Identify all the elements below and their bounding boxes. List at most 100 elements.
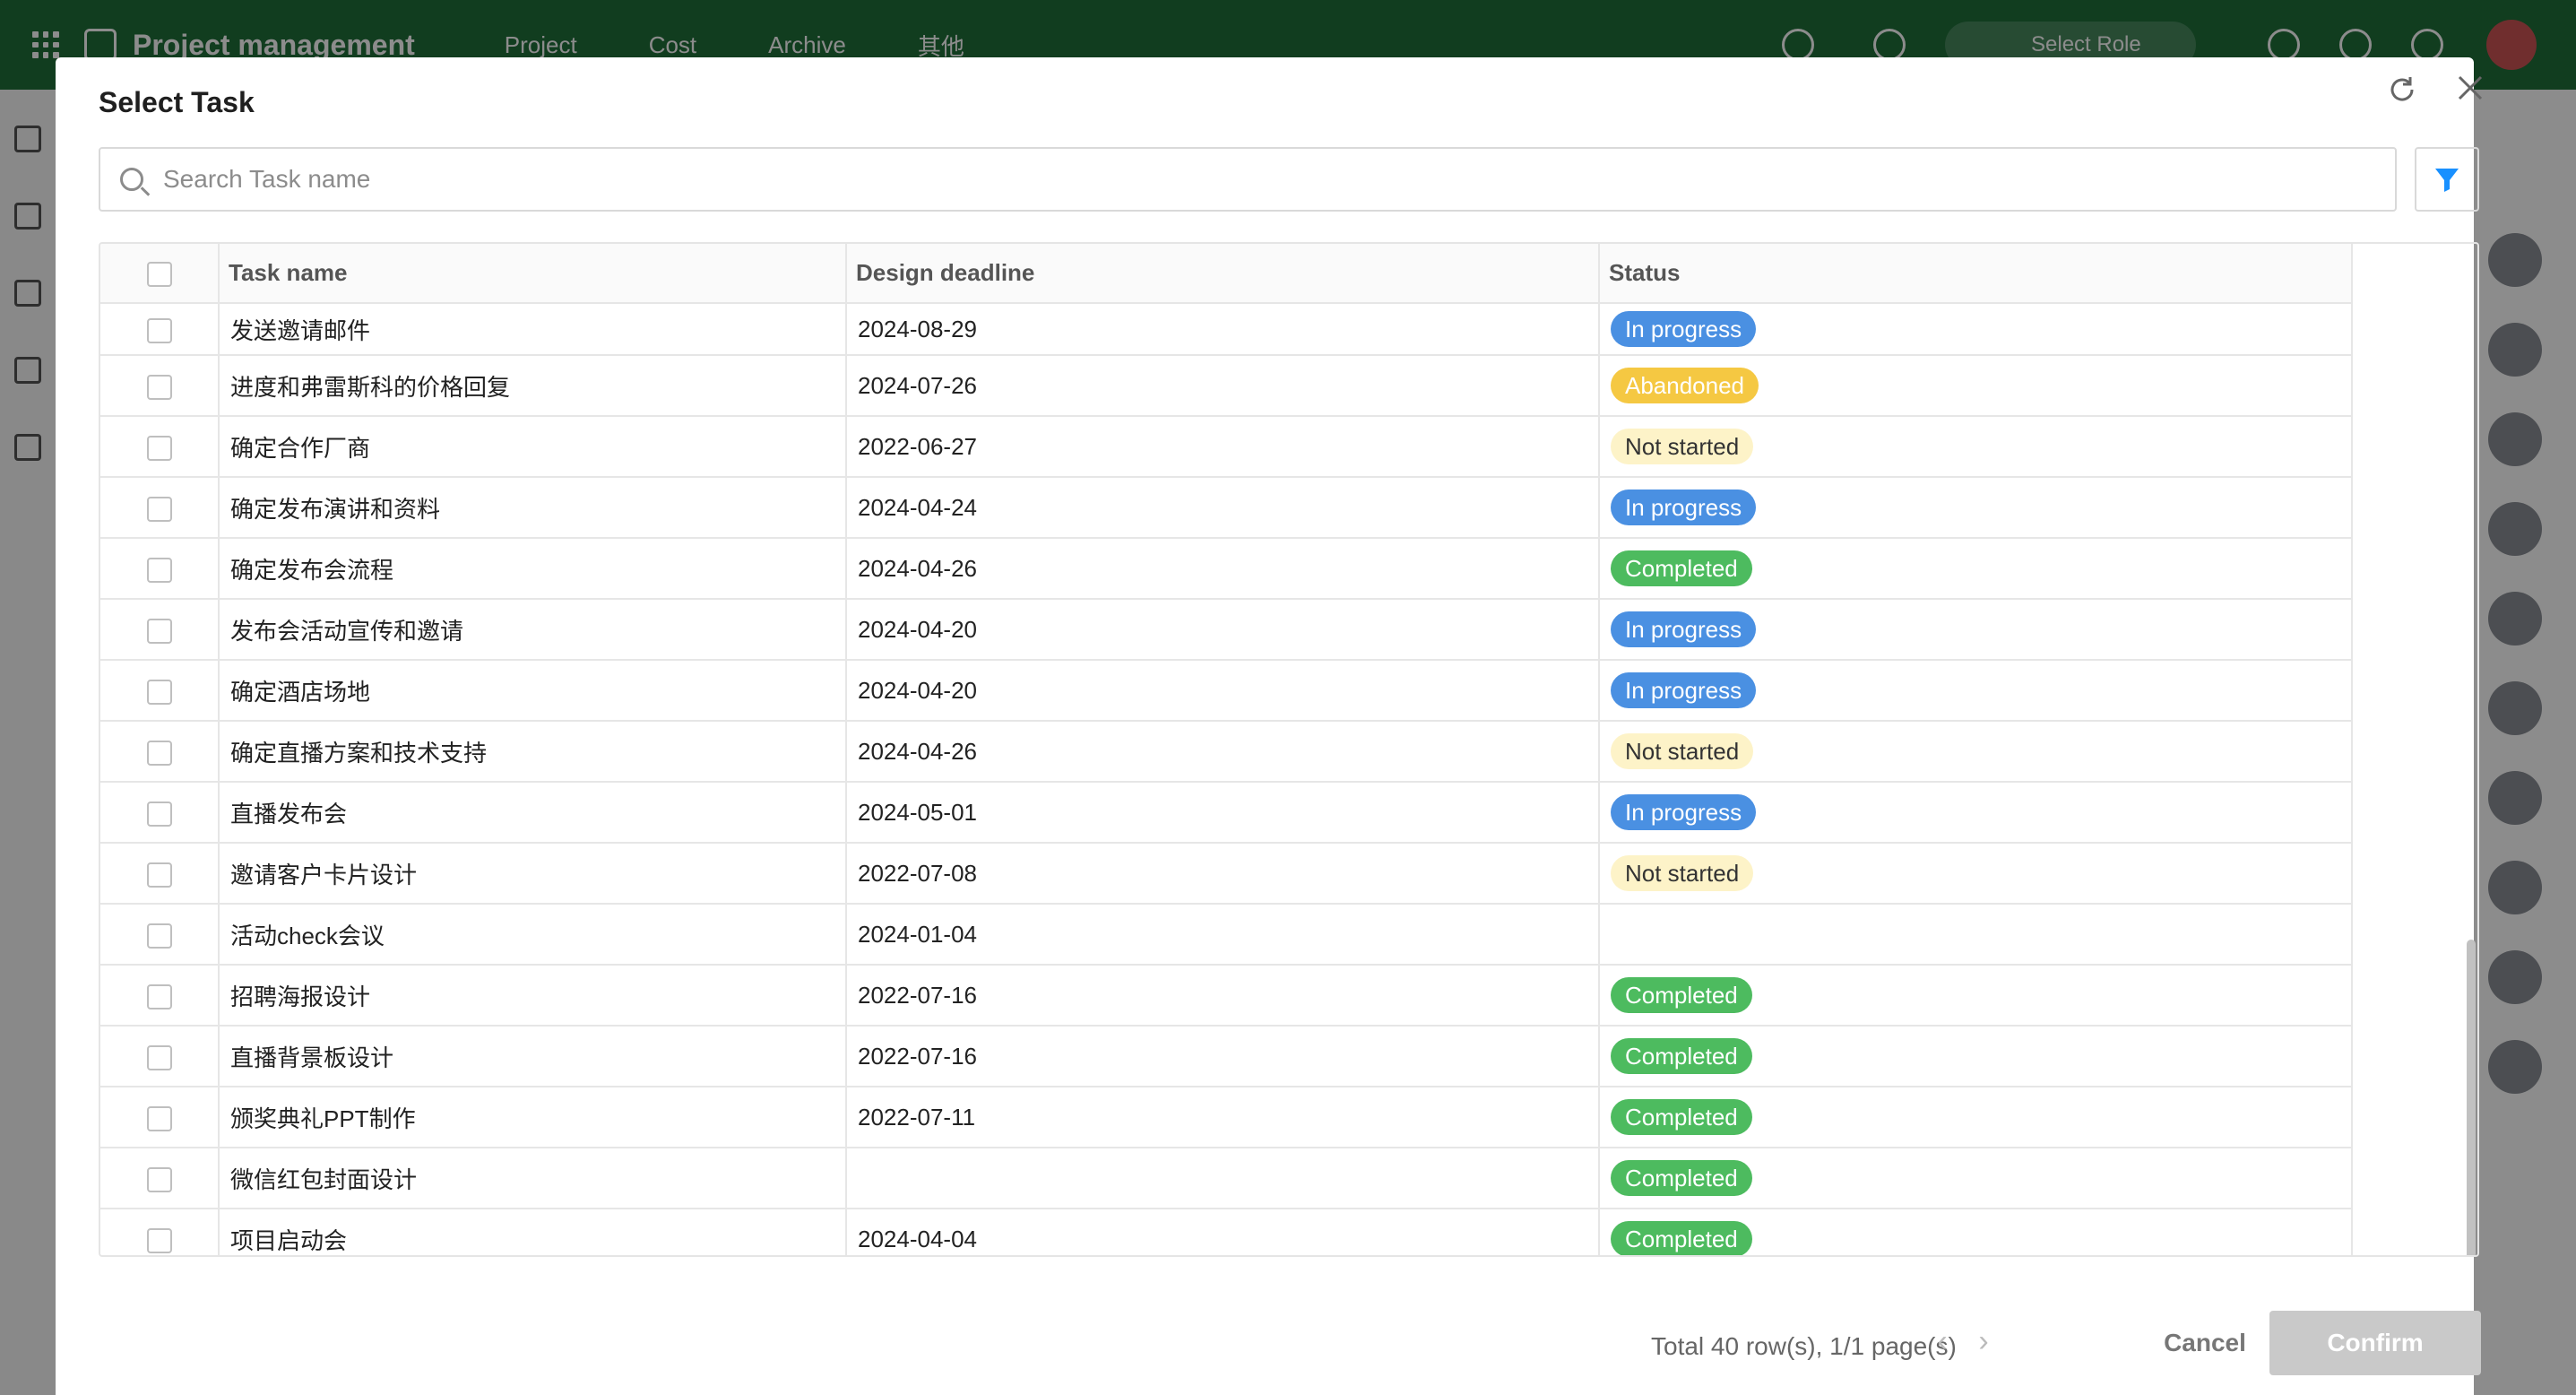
refresh-icon[interactable]: [2384, 74, 2420, 109]
table-scrollbar[interactable]: [2467, 940, 2476, 1255]
design-deadline-cell: 2024-01-04: [846, 904, 1600, 966]
design-deadline-cell: 2024-04-20: [846, 599, 1600, 661]
row-checkbox[interactable]: [146, 862, 172, 888]
search-box: [99, 147, 2397, 212]
table-row[interactable]: 进度和弗雷斯科的价格回复 2024-07-26 Abandoned: [100, 355, 2353, 417]
task-name-cell: 邀请客户卡片设计: [219, 843, 847, 905]
row-checkbox[interactable]: [146, 557, 172, 583]
prev-page-icon[interactable]: ‹: [1929, 1323, 1956, 1359]
status-cell: In progress: [1599, 477, 2353, 539]
task-name-cell: 活动check会议: [219, 904, 847, 966]
task-name-cell: 直播发布会: [219, 782, 847, 844]
status-badge: Not started: [1611, 429, 1754, 464]
table-row[interactable]: 招聘海报设计 2022-07-16 Completed: [100, 965, 2353, 1027]
dialog-title: Select Task: [99, 86, 255, 118]
task-name-cell: 颁奖典礼PPT制作: [219, 1087, 847, 1148]
row-checkbox[interactable]: [146, 618, 172, 644]
search-icon: [120, 168, 143, 191]
row-select-cell: [100, 477, 220, 539]
status-cell: [1599, 904, 2353, 966]
table-row[interactable]: 直播发布会 2024-05-01 In progress: [100, 782, 2353, 844]
select-task-dialog: Select Task Task name Design deadline St…: [56, 57, 2483, 1395]
table-row[interactable]: 颁奖典礼PPT制作 2022-07-11 Completed: [100, 1087, 2353, 1148]
status-badge: In progress: [1611, 490, 1757, 525]
status-badge: In progress: [1611, 611, 1757, 647]
row-checkbox[interactable]: [146, 801, 172, 827]
design-deadline-cell: 2022-07-08: [846, 843, 1600, 905]
table-row[interactable]: 确定直播方案和技术支持 2024-04-26 Not started: [100, 721, 2353, 783]
table-row[interactable]: 项目启动会 2024-04-04 Completed: [100, 1209, 2353, 1255]
table-row[interactable]: 微信红包封面设计 Completed: [100, 1148, 2353, 1209]
task-name-cell: 确定合作厂商: [219, 416, 847, 478]
select-all-cell: [100, 244, 220, 304]
row-select-cell: [100, 1148, 220, 1209]
table-row[interactable]: 确定发布会流程 2024-04-26 Completed: [100, 538, 2353, 600]
row-checkbox[interactable]: [146, 496, 172, 522]
design-deadline-cell: 2022-07-16: [846, 965, 1600, 1027]
design-deadline-cell: 2022-07-16: [846, 1026, 1600, 1087]
filter-button[interactable]: [2415, 147, 2479, 212]
row-select-cell: [100, 599, 220, 661]
status-badge: Completed: [1611, 977, 1752, 1013]
row-select-cell: [100, 538, 220, 600]
row-select-cell: [100, 1087, 220, 1148]
search-input[interactable]: [163, 165, 2359, 194]
task-name-cell: 进度和弗雷斯科的价格回复: [219, 355, 847, 417]
status-cell: Not started: [1599, 721, 2353, 783]
row-checkbox[interactable]: [146, 1105, 172, 1131]
row-select-cell: [100, 782, 220, 844]
status-cell: Completed: [1599, 1209, 2353, 1255]
table-row[interactable]: 确定酒店场地 2024-04-20 In progress: [100, 660, 2353, 722]
col-header-status[interactable]: Status: [1599, 244, 2353, 304]
design-deadline-cell: 2024-04-26: [846, 538, 1600, 600]
status-badge: Completed: [1611, 1160, 1752, 1196]
row-checkbox[interactable]: [146, 1227, 172, 1253]
close-icon[interactable]: [2452, 74, 2488, 109]
row-checkbox[interactable]: [146, 740, 172, 766]
status-cell: Completed: [1599, 1026, 2353, 1087]
table-row[interactable]: 确定合作厂商 2022-06-27 Not started: [100, 416, 2353, 478]
table-row[interactable]: 邀请客户卡片设计 2022-07-08 Not started: [100, 843, 2353, 905]
status-cell: In progress: [1599, 303, 2353, 356]
task-name-cell: 确定直播方案和技术支持: [219, 721, 847, 783]
cancel-button[interactable]: Cancel: [2133, 1311, 2277, 1375]
row-checkbox[interactable]: [146, 679, 172, 705]
col-header-task-name[interactable]: Task name: [219, 244, 847, 304]
design-deadline-cell: 2022-07-11: [846, 1087, 1600, 1148]
task-name-cell: 确定发布会流程: [219, 538, 847, 600]
row-checkbox[interactable]: [146, 435, 172, 461]
status-cell: Not started: [1599, 843, 2353, 905]
task-name-cell: 微信红包封面设计: [219, 1148, 847, 1209]
status-badge: In progress: [1611, 794, 1757, 830]
status-cell: Completed: [1599, 538, 2353, 600]
row-checkbox[interactable]: [146, 1166, 172, 1192]
table-row[interactable]: 发送邀请邮件 2024-08-29 In progress: [100, 303, 2353, 356]
row-checkbox[interactable]: [146, 317, 172, 343]
task-name-cell: 发布会活动宣传和邀请: [219, 599, 847, 661]
filter-icon: [2435, 169, 2459, 192]
row-checkbox[interactable]: [146, 374, 172, 400]
table-row[interactable]: 发布会活动宣传和邀请 2024-04-20 In progress: [100, 599, 2353, 661]
status-badge: Completed: [1611, 1099, 1752, 1135]
row-checkbox[interactable]: [146, 1044, 172, 1070]
design-deadline-cell: 2024-04-20: [846, 660, 1600, 722]
row-select-cell: [100, 416, 220, 478]
confirm-button[interactable]: Confirm: [2269, 1311, 2481, 1375]
status-cell: Completed: [1599, 1087, 2353, 1148]
select-all-checkbox[interactable]: [146, 262, 172, 288]
table-row[interactable]: 活动check会议 2024-01-04: [100, 904, 2353, 966]
col-header-design-deadline[interactable]: Design deadline: [846, 244, 1600, 304]
status-cell: Completed: [1599, 1148, 2353, 1209]
status-badge: In progress: [1611, 311, 1757, 347]
row-checkbox[interactable]: [146, 983, 172, 1009]
status-badge: Completed: [1611, 1038, 1752, 1074]
design-deadline-cell: 2022-06-27: [846, 416, 1600, 478]
table-row[interactable]: 确定发布演讲和资料 2024-04-24 In progress: [100, 477, 2353, 539]
table-row[interactable]: 直播背景板设计 2022-07-16 Completed: [100, 1026, 2353, 1087]
task-name-cell: 招聘海报设计: [219, 965, 847, 1027]
row-checkbox[interactable]: [146, 923, 172, 949]
status-cell: Completed: [1599, 965, 2353, 1027]
next-page-icon[interactable]: ›: [1970, 1323, 1997, 1359]
task-name-cell: 直播背景板设计: [219, 1026, 847, 1087]
row-select-cell: [100, 904, 220, 966]
